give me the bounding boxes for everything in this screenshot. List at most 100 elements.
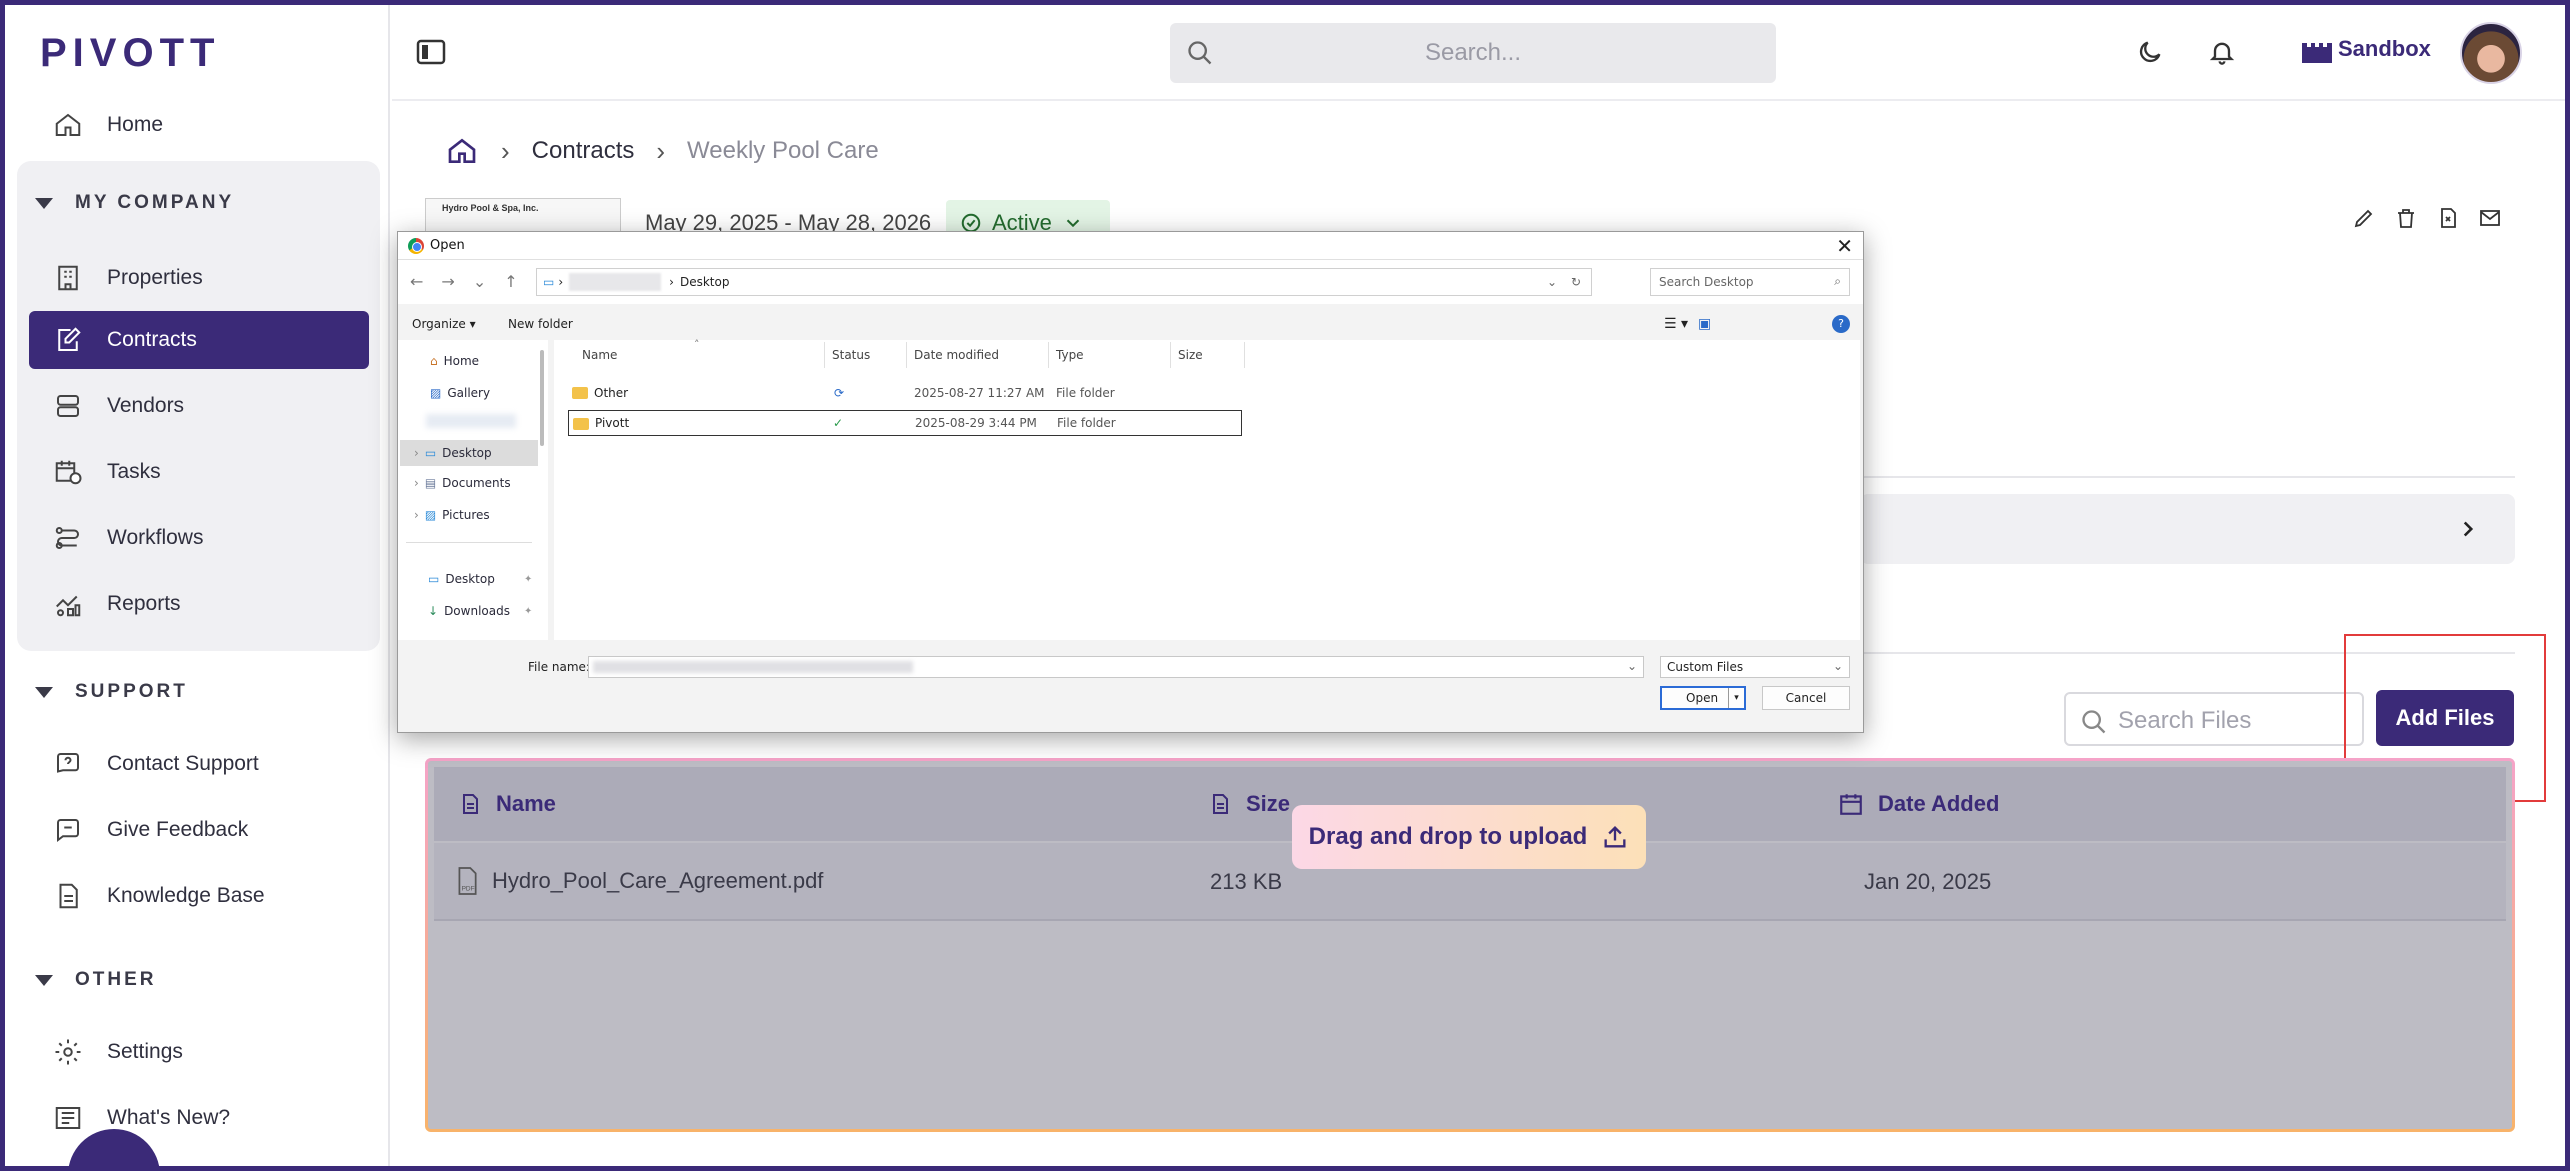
sidebar-item-workflows[interactable]: Workflows	[29, 509, 369, 567]
section-other[interactable]: OTHER	[35, 969, 157, 991]
nav-item-downloads[interactable]: ↓ Downloads ✦	[428, 604, 532, 618]
sidebar-item-whats-new[interactable]: What's New?	[29, 1089, 369, 1147]
global-search-input[interactable]: Search...	[1170, 23, 1776, 83]
sidebar-item-home[interactable]: Home	[29, 96, 369, 154]
nav-item-pictures[interactable]: › ▨ Pictures	[414, 508, 490, 522]
moon-icon[interactable]	[2136, 38, 2164, 66]
sidebar-item-knowledge-base[interactable]: Knowledge Base	[29, 867, 369, 925]
desktop-icon: ▭	[424, 446, 437, 460]
sidebar-item-settings[interactable]: Settings	[29, 1023, 369, 1081]
user-avatar[interactable]	[2460, 22, 2522, 84]
open-button[interactable]: Open ▾	[1660, 686, 1746, 710]
pin-icon: ✦	[524, 573, 533, 585]
file-type-select[interactable]: Custom Files ⌄	[1660, 656, 1850, 678]
sidebar-item-label: What's New?	[107, 1106, 231, 1129]
file-name-cell: PDF Hydro_Pool_Care_Agreement.pdf	[454, 865, 823, 897]
scrollbar[interactable]	[540, 350, 544, 446]
path-desktop[interactable]: Desktop	[680, 275, 730, 289]
sidebar-item-contracts[interactable]: Contracts	[29, 311, 369, 369]
file-row-pivott-selected[interactable]: Pivott ✓ 2025-08-29 3:44 PM File folder	[568, 410, 1242, 436]
file-name-label: File name:	[528, 660, 590, 674]
check-circle-icon: ✓	[833, 416, 844, 430]
column-date-modified[interactable]: Date modified	[914, 348, 999, 362]
column-header-size[interactable]: Size	[1208, 790, 1290, 818]
column-header-name[interactable]: Name	[458, 790, 556, 818]
column-size[interactable]: Size	[1178, 348, 1203, 362]
org-switcher[interactable]: Sandbox	[2300, 35, 2431, 63]
section-support[interactable]: SUPPORT	[35, 681, 188, 703]
upload-icon	[1604, 826, 1626, 848]
contract-edit-icon	[58, 327, 81, 351]
sidebar-item-properties[interactable]: Properties	[29, 249, 369, 307]
reports-icon	[56, 595, 81, 617]
pencil-icon[interactable]	[2352, 206, 2376, 230]
mail-icon[interactable]	[2478, 206, 2502, 230]
nav-item-desktop-pinned[interactable]: ▭ Desktop ✦	[428, 572, 532, 586]
sidebar-item-give-feedback[interactable]: Give Feedback	[29, 801, 369, 859]
chevron-down-icon[interactable]: ⌄	[1547, 275, 1557, 289]
sidebar-toggle-icon[interactable]	[416, 39, 446, 65]
help-icon[interactable]: ?	[1832, 315, 1850, 333]
export-file-icon[interactable]	[2436, 206, 2460, 230]
sidebar-item-vendors[interactable]: Vendors	[29, 377, 369, 435]
up-arrow-icon[interactable]: ↑	[504, 272, 517, 291]
castle-icon	[2302, 43, 2332, 63]
section-my-company[interactable]: MY COMPANY	[35, 192, 234, 214]
document-icon	[1213, 794, 1228, 814]
refresh-icon[interactable]: ↻	[1571, 275, 1581, 289]
column-status[interactable]: Status	[832, 348, 870, 362]
dialog-search-input[interactable]: Search Desktop ⌕	[1650, 268, 1850, 296]
calendar-icon	[1840, 794, 1862, 815]
file-size-cell: 213 KB	[1210, 869, 1283, 894]
desktop-icon: ▭	[428, 572, 440, 586]
trash-icon[interactable]	[2394, 206, 2418, 230]
bell-icon[interactable]	[2208, 38, 2236, 66]
chevron-down-icon: ⌄	[1832, 659, 1843, 673]
chevron-right-icon: ›	[414, 446, 419, 460]
documents-icon: ▤	[424, 476, 437, 490]
download-icon: ↓	[428, 604, 439, 618]
column-name[interactable]: Name	[582, 348, 617, 362]
sidebar-item-label: Tasks	[107, 460, 161, 483]
cancel-button[interactable]: Cancel	[1762, 686, 1850, 710]
sidebar-item-contact-support[interactable]: Contact Support	[29, 735, 369, 793]
breadcrumb-contracts[interactable]: Contracts	[532, 137, 635, 165]
column-header-date-added[interactable]: Date Added	[1838, 790, 1999, 818]
chevron-right-icon: ›	[414, 476, 419, 490]
nav-item-documents[interactable]: › ▤ Documents	[414, 476, 511, 490]
file-name-input[interactable]: ⌄	[588, 656, 1644, 678]
caret-down-icon[interactable]: ▾	[1728, 688, 1744, 708]
nav-item-gallery[interactable]: ▨ Gallery	[430, 386, 490, 400]
forward-arrow-icon[interactable]: →	[441, 272, 454, 291]
nav-item-home[interactable]: ⌂ Home	[430, 354, 479, 368]
sidebar-item-label: Give Feedback	[107, 818, 249, 841]
chevron-down-icon[interactable]: ⌄	[1627, 659, 1637, 673]
recent-dropdown-icon[interactable]: ⌄	[473, 272, 486, 291]
caret-down-icon	[35, 686, 53, 698]
sidebar-item-reports[interactable]: Reports	[29, 575, 369, 633]
dialog-title-bar[interactable]: Open ✕	[398, 232, 1863, 260]
preview-pane-icon[interactable]: ▣	[1698, 316, 1711, 332]
feedback-icon	[57, 819, 79, 842]
search-files-input[interactable]: Search Files	[2064, 692, 2364, 746]
address-bar[interactable]: ▭ › › Desktop ⌄ ↻	[536, 268, 1592, 296]
sidebar-item-label: Settings	[107, 1040, 183, 1063]
sidebar-item-tasks[interactable]: Tasks	[29, 443, 369, 501]
pictures-icon: ▨	[424, 508, 437, 522]
home-icon[interactable]	[445, 135, 479, 167]
back-arrow-icon[interactable]: ←	[410, 272, 423, 291]
column-separator	[1244, 342, 1245, 368]
file-row-other[interactable]: Other ⟳ 2025-08-27 11:27 AM File folder	[568, 380, 1242, 406]
close-icon[interactable]: ✕	[1836, 234, 1853, 258]
document-icon	[463, 794, 478, 814]
expandable-section[interactable]	[1860, 494, 2515, 564]
view-options-icon[interactable]: ☰ ▾	[1664, 316, 1688, 332]
app-logo[interactable]: PIVOTT	[40, 31, 220, 76]
column-type[interactable]: Type	[1056, 348, 1084, 362]
new-folder-button[interactable]: New folder	[508, 317, 573, 331]
open-file-dialog: Open ✕ ← → ⌄ ↑ ▭ › › Desktop ⌄ ↻ Search …	[397, 231, 1864, 733]
organize-button[interactable]: Organize ▾	[412, 317, 476, 331]
sidebar-item-label: Knowledge Base	[107, 884, 265, 907]
nav-item-desktop-selected[interactable]: › ▭ Desktop	[400, 440, 538, 466]
gallery-icon: ▨	[430, 386, 442, 400]
